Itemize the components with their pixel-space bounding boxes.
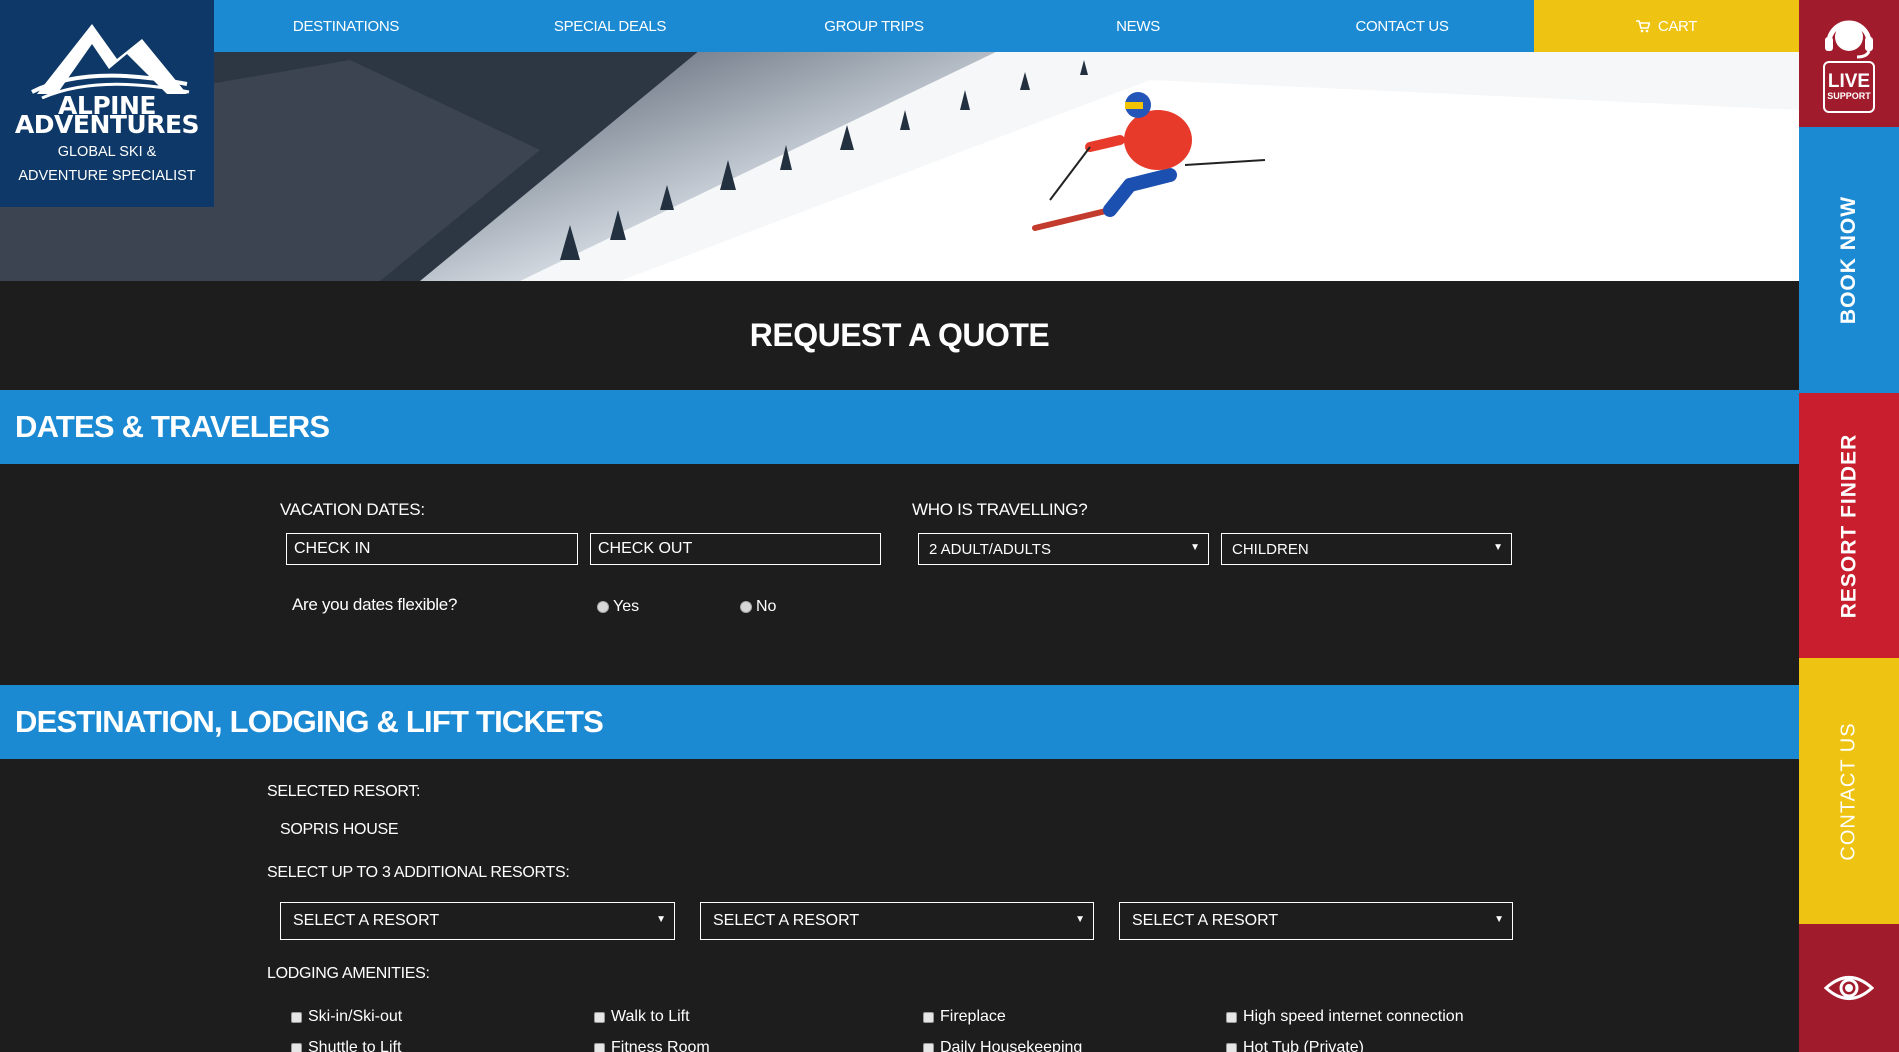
- chevron-down-icon: ▼: [1493, 542, 1503, 553]
- cart-icon: [1635, 19, 1650, 32]
- destination-header: DESTINATION, LODGING & LIFT TICKETS: [0, 685, 1799, 759]
- side-rail: LIVE SUPPORT BOOK NOW RESORT FINDER CONT…: [1799, 0, 1899, 1052]
- chevron-down-icon: ▼: [1190, 542, 1200, 553]
- page-title: REQUEST A QUOTE: [749, 317, 1050, 353]
- children-select-value: CHILDREN: [1232, 540, 1309, 558]
- eye-button[interactable]: [1799, 924, 1899, 1052]
- checkbox-icon: [923, 1042, 934, 1052]
- live-support-subtext: SUPPORT: [1827, 91, 1871, 101]
- resort-select-3-value: SELECT A RESORT: [1132, 912, 1279, 929]
- check-in-placeholder: CHECK IN: [294, 540, 371, 557]
- checkbox-icon: [291, 1011, 302, 1023]
- book-now-button[interactable]: BOOK NOW: [1799, 127, 1899, 393]
- nav-group-trips-label: GROUP TRIPS: [824, 17, 924, 35]
- checkbox-icon: [923, 1011, 934, 1023]
- amenity-label: Fitness Room: [611, 1039, 710, 1052]
- amenity-label: Walk to Lift: [611, 1008, 690, 1025]
- checkbox-icon: [291, 1042, 302, 1052]
- mountain-logo-icon: [31, 24, 190, 99]
- amenity-hot-tub-private[interactable]: Hot Tub (Private): [1226, 1039, 1364, 1052]
- checkbox-icon: [594, 1011, 605, 1023]
- flexible-no-label: No: [756, 598, 777, 615]
- selected-resort-label: SELECTED RESORT:: [267, 783, 421, 800]
- cart-button[interactable]: CART: [1534, 0, 1799, 52]
- amenity-label: Shuttle to Lift: [308, 1039, 402, 1052]
- nav-contact-us[interactable]: CONTACT US: [1270, 0, 1534, 52]
- eye-icon: [1824, 976, 1874, 1000]
- flexible-yes-label: Yes: [613, 598, 640, 615]
- amenity-label: Hot Tub (Private): [1243, 1039, 1364, 1052]
- live-support-text: LIVE: [1827, 71, 1871, 92]
- contact-us-side-button[interactable]: CONTACT US: [1799, 658, 1899, 924]
- checkbox-icon: [1226, 1011, 1237, 1023]
- flexible-yes-radio[interactable]: Yes: [597, 598, 639, 616]
- nav-special-deals-label: SPECIAL DEALS: [553, 17, 667, 35]
- top-navigation: DESTINATIONS SPECIAL DEALS GROUP TRIPS N…: [214, 0, 1799, 52]
- nav-destinations-label: DESTINATIONS: [292, 17, 400, 35]
- resort-select-2[interactable]: SELECT A RESORT ▼: [700, 902, 1094, 940]
- chevron-down-icon: ▼: [1494, 914, 1504, 925]
- resort-finder-button[interactable]: RESORT FINDER: [1799, 393, 1899, 658]
- logo-tagline-line1: GLOBAL SKI &: [57, 144, 157, 160]
- nav-contact-us-label: CONTACT US: [1355, 17, 1449, 35]
- live-support-button[interactable]: LIVE SUPPORT: [1799, 0, 1899, 127]
- check-in-input[interactable]: CHECK IN: [286, 533, 578, 565]
- amenity-label: Ski-in/Ski-out: [308, 1008, 403, 1025]
- site-logo[interactable]: ALPINE ADVENTURES GLOBAL SKI & ADVENTURE…: [0, 0, 214, 207]
- flexible-no-radio[interactable]: No: [740, 598, 776, 616]
- amenity-label: Fireplace: [940, 1008, 1006, 1025]
- destination-heading: DESTINATION, LODGING & LIFT TICKETS: [15, 704, 604, 739]
- adults-select-value: 2 ADULT/ADULTS: [929, 540, 1051, 558]
- amenity-ski-in-ski-out[interactable]: Ski-in/Ski-out: [291, 1008, 402, 1026]
- headset-icon: [1825, 20, 1873, 58]
- radio-circle-icon: [597, 601, 609, 613]
- dates-travelers-heading: DATES & TRAVELERS: [15, 409, 330, 444]
- resort-select-1-value: SELECT A RESORT: [293, 912, 440, 929]
- amenity-label: Daily Housekeeping: [940, 1039, 1083, 1052]
- chevron-down-icon: ▼: [656, 914, 666, 925]
- check-out-input[interactable]: CHECK OUT: [590, 533, 881, 565]
- amenity-fireplace[interactable]: Fireplace: [923, 1008, 1006, 1026]
- resort-select-3[interactable]: SELECT A RESORT ▼: [1119, 902, 1513, 940]
- page: DESTINATIONS SPECIAL DEALS GROUP TRIPS N…: [0, 0, 1899, 1052]
- checkbox-icon: [1226, 1042, 1237, 1052]
- chevron-down-icon: ▼: [1075, 914, 1085, 925]
- check-out-placeholder: CHECK OUT: [598, 540, 693, 557]
- logo-brand-line2: ADVENTURES: [14, 110, 200, 139]
- dates-travelers-header: DATES & TRAVELERS: [0, 390, 1799, 464]
- children-select[interactable]: CHILDREN ▼: [1221, 533, 1512, 565]
- nav-group-trips[interactable]: GROUP TRIPS: [742, 0, 1006, 52]
- lodging-amenities-label: LODGING AMENITIES:: [267, 965, 430, 982]
- resort-select-2-value: SELECT A RESORT: [713, 912, 860, 929]
- nav-news[interactable]: NEWS: [1006, 0, 1270, 52]
- amenity-shuttle-to-lift[interactable]: Shuttle to Lift: [291, 1039, 401, 1052]
- logo-tagline-line2: ADVENTURE SPECIALIST: [18, 168, 196, 184]
- nav-special-deals[interactable]: SPECIAL DEALS: [478, 0, 742, 52]
- nav-news-label: NEWS: [1116, 17, 1160, 35]
- checkbox-icon: [594, 1042, 605, 1052]
- selected-resort-value: SOPRIS HOUSE: [280, 821, 399, 838]
- resort-select-1[interactable]: SELECT A RESORT ▼: [280, 902, 675, 940]
- amenity-daily-housekeeping[interactable]: Daily Housekeeping: [923, 1039, 1082, 1052]
- cart-label: CART: [1657, 17, 1698, 35]
- nav-destinations[interactable]: DESTINATIONS: [214, 0, 478, 52]
- adults-select[interactable]: 2 ADULT/ADULTS ▼: [918, 533, 1209, 565]
- amenity-high-speed-internet[interactable]: High speed internet connection: [1226, 1008, 1464, 1026]
- amenity-walk-to-lift[interactable]: Walk to Lift: [594, 1008, 690, 1026]
- resort-finder-label: RESORT FINDER: [1837, 433, 1861, 618]
- vacation-dates-label: VACATION DATES:: [280, 500, 425, 519]
- amenity-fitness-room[interactable]: Fitness Room: [594, 1039, 710, 1052]
- book-now-label: BOOK NOW: [1837, 195, 1860, 325]
- flexible-dates-question: Are you dates flexible?: [292, 595, 458, 614]
- page-title-band: REQUEST A QUOTE: [0, 281, 1799, 390]
- who-travelling-label: WHO IS TRAVELLING?: [912, 500, 1088, 519]
- radio-circle-icon: [740, 601, 752, 613]
- amenity-label: High speed internet connection: [1243, 1008, 1464, 1025]
- additional-resorts-label: SELECT UP TO 3 ADDITIONAL RESORTS:: [267, 864, 570, 881]
- contact-us-side-label: CONTACT US: [1837, 721, 1860, 861]
